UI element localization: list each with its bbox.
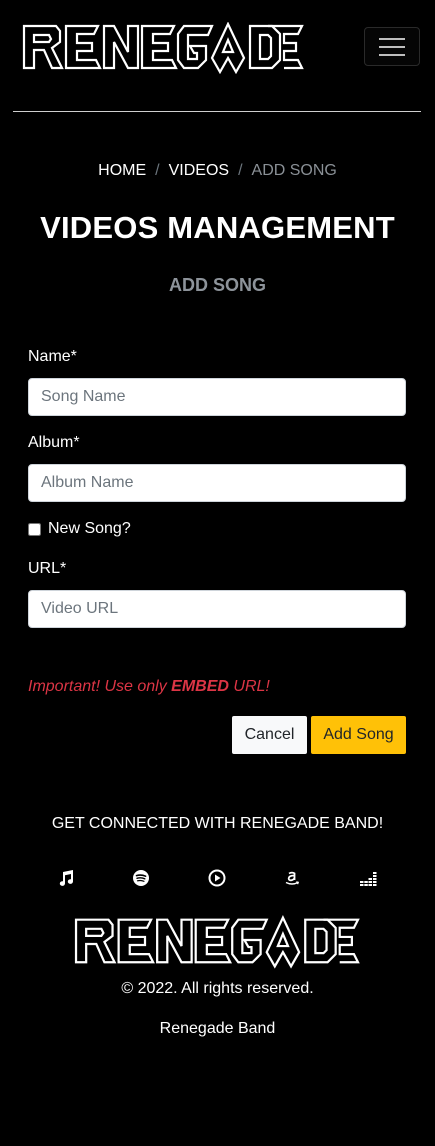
deezer-link[interactable]: [358, 868, 378, 888]
social-links: [0, 868, 435, 888]
video-url-input[interactable]: [28, 590, 406, 628]
music-note-link[interactable]: [56, 868, 76, 888]
amazon-link[interactable]: [282, 868, 302, 888]
breadcrumb-videos[interactable]: VIDEOS: [169, 161, 229, 181]
new-song-checkbox-row[interactable]: New Song?: [28, 520, 131, 538]
navbar-divider: [13, 111, 421, 112]
amazon-icon: [285, 871, 300, 885]
deezer-icon: [360, 872, 377, 886]
footer-logo: RENEGADE: [74, 915, 360, 974]
footer-heading: GET CONNECTED WITH RENEGADE BAND!: [51, 815, 384, 832]
spotify-icon: [133, 870, 149, 886]
name-label: Name*: [28, 348, 77, 365]
album-name-input[interactable]: [28, 464, 406, 502]
embed-warning-prefix: Important! Use only: [28, 678, 172, 695]
play-link[interactable]: [207, 868, 227, 888]
footer-logo-graphic: [74, 915, 360, 969]
breadcrumb-current: ADD SONG: [251, 162, 337, 179]
breadcrumb-separator: /: [155, 162, 160, 179]
embed-warning-emphasis: EMBED: [171, 678, 229, 695]
page-title: VIDEOS MANAGEMENT: [40, 210, 395, 245]
new-song-checkbox[interactable]: [28, 522, 41, 536]
breadcrumb-separator: /: [238, 162, 243, 179]
band-name: Renegade Band: [159, 1020, 276, 1037]
add-song-button[interactable]: Add Song: [311, 716, 406, 754]
copyright-text: © 2022. All rights reserved.: [121, 980, 314, 997]
spotify-link[interactable]: [131, 868, 151, 888]
album-label: Album*: [28, 434, 80, 451]
cancel-button[interactable]: Cancel: [232, 716, 307, 754]
embed-warning: Important! Use only EMBED URL!: [28, 678, 270, 696]
hamburger-icon: [379, 37, 405, 56]
new-song-label: New Song?: [48, 520, 131, 537]
song-name-input[interactable]: [28, 378, 406, 416]
brand-logo-link[interactable]: RENEGADE: [22, 22, 304, 74]
navbar-toggle-button[interactable]: [364, 27, 420, 66]
brand-logo: [22, 22, 304, 74]
play-circle-icon: [208, 869, 226, 887]
music-note-icon: [59, 870, 74, 886]
breadcrumb: HOME / VIDEOS / ADD SONG: [0, 161, 435, 181]
breadcrumb-home[interactable]: HOME: [98, 161, 146, 181]
url-label: URL*: [28, 560, 67, 577]
embed-warning-suffix: URL!: [228, 678, 270, 695]
page-subtitle: ADD SONG: [168, 275, 266, 295]
navbar: RENEGADE: [0, 0, 435, 112]
